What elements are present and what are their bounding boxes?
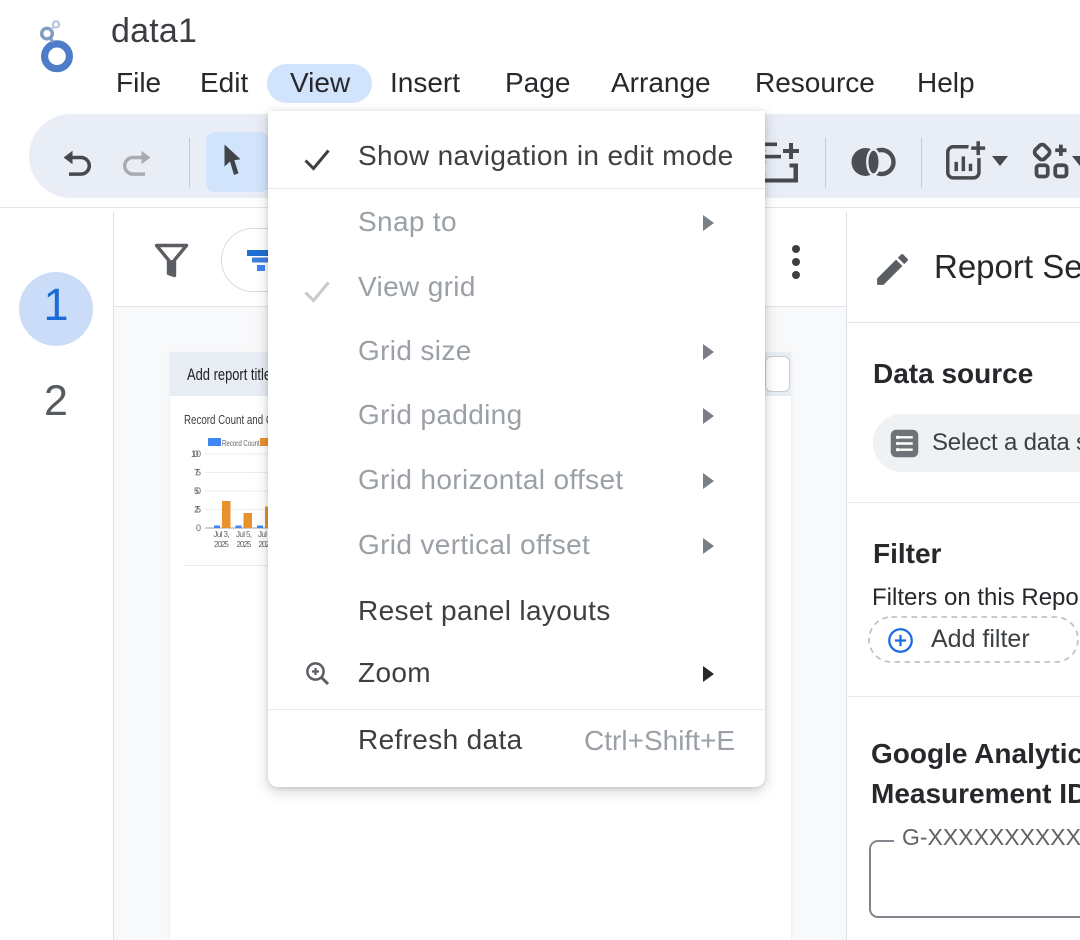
svg-text:25: 25 (194, 505, 201, 515)
svg-text:2025: 2025 (214, 540, 230, 549)
svg-text:Jul 5,: Jul 5, (236, 530, 252, 539)
svg-text:0: 0 (196, 523, 201, 533)
svg-text:75: 75 (194, 468, 201, 478)
svg-text:Jul 3,: Jul 3, (214, 530, 230, 539)
svg-text:50: 50 (194, 486, 201, 496)
svg-text:100: 100 (191, 450, 201, 459)
svg-text:2025: 2025 (237, 540, 253, 549)
